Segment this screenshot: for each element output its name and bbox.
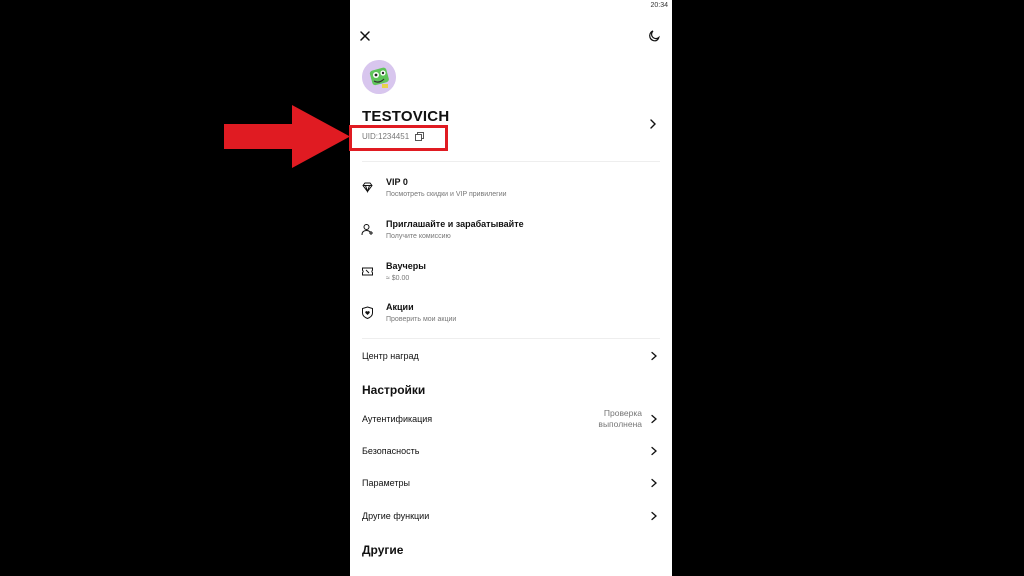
settings-item-label: Безопасность — [362, 446, 420, 456]
rewards-center-row[interactable]: Центр наград — [350, 346, 672, 368]
avatar[interactable] — [362, 60, 396, 94]
menu-item-promotions[interactable]: Акции Проверить мои акции — [350, 302, 672, 338]
chevron-right-icon — [651, 511, 657, 521]
menu-item-title: Ваучеры — [386, 261, 426, 271]
settings-item-label: Другие функции — [362, 511, 430, 521]
settings-item-parameters[interactable]: Параметры — [350, 473, 672, 495]
diamond-icon — [362, 182, 373, 194]
menu-item-title: Акции — [386, 302, 414, 312]
menu-item-vip[interactable]: VIP 0 Посмотреть скидки и VIP привилегии — [350, 177, 672, 213]
settings-item-authentication[interactable]: Аутентификация Проверка выполнена — [350, 408, 672, 431]
moon-icon[interactable] — [647, 29, 661, 43]
menu-item-subtitle: Получите комиссию — [386, 233, 451, 240]
divider — [362, 338, 660, 339]
chevron-right-icon — [651, 414, 657, 424]
menu-item-title: VIP 0 — [386, 177, 408, 187]
shield-heart-icon — [362, 306, 373, 319]
ticket-icon — [362, 267, 373, 276]
status-time: 20:34 — [650, 2, 668, 9]
menu-item-subtitle: Посмотреть скидки и VIP привилегии — [386, 191, 507, 198]
verification-status-line: Проверка — [603, 408, 642, 418]
add-user-icon — [361, 224, 373, 236]
other-section-title: Другие — [362, 543, 404, 557]
menu-item-vouchers[interactable]: Ваучеры ≈ $0.00 — [350, 261, 672, 297]
menu-item-subtitle: Проверить мои акции — [386, 316, 457, 323]
rewards-center-label: Центр наград — [362, 351, 419, 361]
menu-item-subtitle: ≈ $0.00 — [386, 275, 410, 282]
settings-item-label: Параметры — [362, 478, 410, 488]
chevron-right-icon — [651, 478, 657, 488]
settings-item-other-functions[interactable]: Другие функции — [350, 506, 672, 528]
close-icon[interactable] — [358, 29, 372, 43]
app-screen: 20:34 TESTOVICH UID:1234451 VIP 0 Посмот… — [350, 0, 672, 576]
username[interactable]: TESTOVICH — [362, 108, 449, 125]
settings-item-security[interactable]: Безопасность — [350, 441, 672, 463]
menu-item-invite[interactable]: Приглашайте и зарабатывайте Получите ком… — [350, 219, 672, 255]
chevron-right-icon — [651, 351, 657, 361]
settings-item-label: Аутентификация — [362, 414, 433, 424]
uid-highlight-box — [349, 125, 448, 151]
chevron-right-icon — [651, 446, 657, 456]
verification-status: Проверка выполнена — [598, 408, 642, 430]
chevron-right-icon[interactable] — [648, 118, 658, 130]
menu-item-title: Приглашайте и зарабатывайте — [386, 219, 524, 229]
verification-status-line: выполнена — [598, 419, 642, 429]
divider — [362, 161, 660, 162]
arrow-right-icon — [224, 105, 350, 168]
settings-section-title: Настройки — [362, 383, 426, 397]
